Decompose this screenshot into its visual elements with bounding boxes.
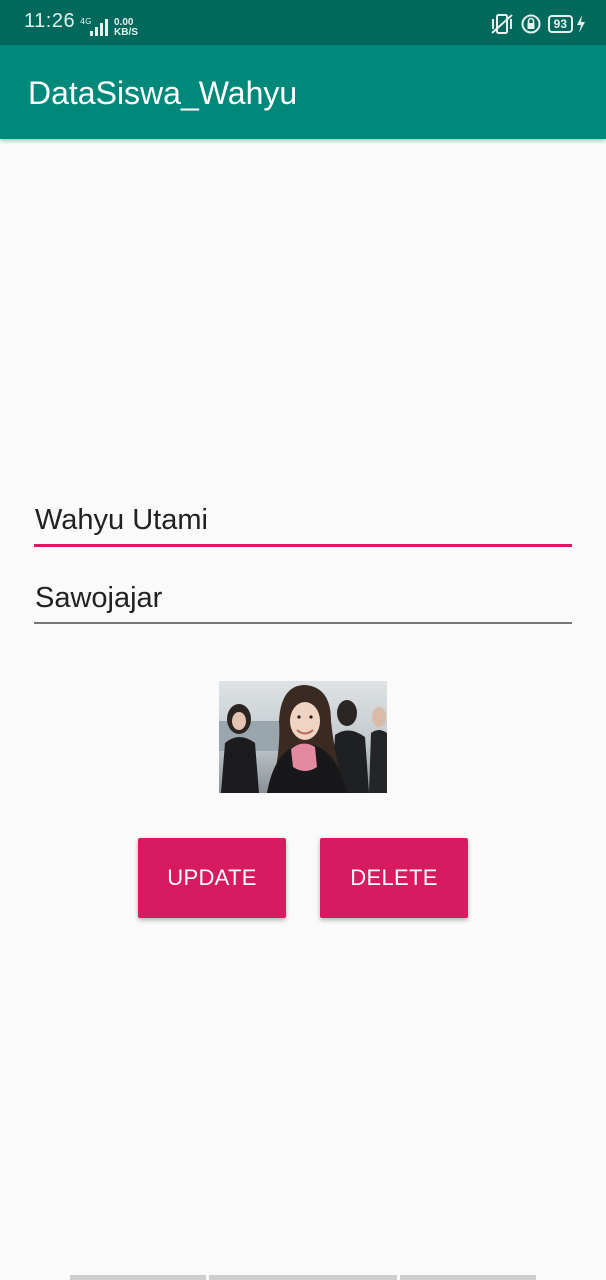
update-button[interactable]: UPDATE	[138, 838, 286, 918]
name-field-underline	[34, 544, 572, 547]
student-photo[interactable]	[219, 681, 387, 793]
student-photo-image	[219, 681, 387, 793]
battery-icon: 93	[547, 15, 586, 33]
delete-button[interactable]: DELETE	[320, 838, 468, 918]
network-speed-unit: KB/S	[114, 27, 138, 38]
status-icons: 93	[490, 12, 586, 36]
app-title: DataSiswa_Wahyu	[28, 75, 298, 111]
address-field-underline	[34, 622, 572, 624]
vibrate-icon	[490, 14, 513, 34]
nav-hint-center	[209, 1275, 397, 1280]
name-field-value[interactable]: Wahyu Utami	[34, 500, 572, 540]
address-field-value[interactable]: Sawojajar	[34, 578, 572, 618]
app-bar: DataSiswa_Wahyu	[0, 45, 606, 139]
network-type-label: 4G	[80, 17, 91, 26]
nav-hint-left	[70, 1275, 206, 1280]
battery-level: 93	[547, 15, 573, 33]
rotation-lock-icon	[521, 14, 541, 34]
address-field[interactable]: Sawojajar	[34, 578, 572, 624]
charging-icon	[577, 15, 585, 33]
status-time: 11:26	[24, 10, 76, 32]
nav-hint-right	[400, 1275, 536, 1280]
name-field[interactable]: Wahyu Utami	[34, 500, 572, 547]
signal-icon: 4G	[80, 17, 108, 36]
status-bar: 11:26 4G 0.00 KB/S 93	[0, 0, 606, 45]
network-speed: 0.00 KB/S	[114, 18, 154, 38]
